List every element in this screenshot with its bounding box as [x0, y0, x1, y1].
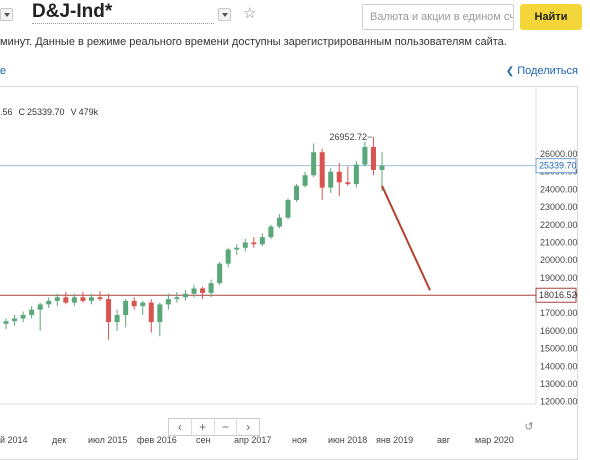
candle-body: [336, 171, 342, 183]
x-tick-label: мар 2020: [475, 435, 514, 445]
share-icon: ❮: [505, 66, 515, 77]
y-tick-label: 26000.00: [540, 149, 578, 159]
zoom-controls: ‹ + − ›: [168, 418, 260, 436]
close-value: 25339.70: [27, 107, 65, 117]
candle-body: [242, 242, 248, 248]
candle-body: [208, 283, 214, 293]
y-tick-label: 14000.00: [540, 361, 578, 371]
candle-body: [182, 293, 188, 298]
candle-body: [165, 299, 171, 305]
candle-body: [46, 300, 52, 305]
y-tick-label: 22000.00: [540, 220, 578, 230]
candle-body: [191, 288, 197, 294]
candle-body: [54, 297, 60, 301]
candle-body: [353, 164, 359, 185]
candle-body: [200, 288, 206, 293]
candle-body: [345, 182, 351, 185]
volume-value: 479k: [78, 107, 99, 117]
candle-body: [294, 185, 300, 200]
candle-body: [362, 146, 368, 165]
candle-body: [234, 247, 240, 250]
candle-body: [259, 237, 265, 245]
candle-body: [106, 299, 112, 323]
y-tick-label: 15000.00: [540, 344, 578, 354]
instrument-dropdown[interactable]: [218, 8, 231, 21]
close-label: C: [18, 107, 26, 117]
candle-body: [37, 304, 43, 310]
tab-link-fragment[interactable]: е: [0, 65, 6, 77]
share-label: Поделиться: [517, 65, 578, 77]
x-tick-label: июн 2018: [328, 435, 367, 445]
zoom-out-button[interactable]: −: [215, 419, 238, 435]
scroll-left-button[interactable]: ‹: [169, 419, 192, 435]
candle-body: [148, 302, 154, 323]
level-label: 18016.52: [539, 290, 577, 300]
candle-body: [131, 300, 137, 307]
x-tick-label: янв 2019: [376, 435, 413, 445]
candle-body: [3, 321, 9, 324]
candle-body: [20, 315, 26, 319]
price-chart[interactable]: 26000.0025000.0024000.0023000.0022000.00…: [0, 86, 590, 460]
star-icon[interactable]: ☆: [243, 4, 256, 22]
max-price-label: 26952.72: [329, 132, 367, 142]
share-button[interactable]: ❮ Поделиться: [506, 65, 578, 77]
trend-line: [381, 185, 431, 291]
candle-body: [88, 297, 94, 301]
volume-label: V: [70, 107, 77, 117]
zoom-in-button[interactable]: +: [192, 419, 215, 435]
instrument-title[interactable]: D&J-Ind*: [32, 1, 214, 24]
candle-body: [29, 309, 35, 315]
y-tick-label: 20000.00: [540, 255, 578, 265]
top-header: D&J-Ind* ☆ Найти: [0, 0, 590, 30]
candle-body: [157, 304, 163, 323]
candle-body: [319, 152, 325, 188]
candle-body: [276, 217, 282, 227]
realtime-notice: минут. Данные в режиме реального времени…: [0, 36, 507, 48]
y-tick-label: 23000.00: [540, 202, 578, 212]
candle-body: [311, 152, 317, 176]
search-input[interactable]: [362, 4, 514, 30]
y-tick-label: 19000.00: [540, 273, 578, 283]
candle-body: [379, 165, 385, 170]
x-tick-label: сен: [196, 435, 211, 445]
candle-body: [285, 200, 291, 218]
candle-body: [217, 263, 223, 284]
x-tick-label: июл 2015: [88, 435, 127, 445]
x-tick-label: апр 2017: [234, 435, 271, 445]
x-tick-label: авг: [437, 435, 451, 445]
y-tick-label: 24000.00: [540, 184, 578, 194]
candle-body: [123, 300, 129, 315]
candle-body: [251, 242, 257, 245]
chevron-down-icon[interactable]: [0, 8, 13, 21]
reset-icon[interactable]: ↺: [520, 418, 538, 436]
candle-body: [97, 297, 103, 300]
candle-body: [140, 302, 146, 307]
y-tick-label: 21000.00: [540, 237, 578, 247]
x-tick-label: дек: [52, 435, 66, 445]
y-tick-label: 13000.00: [540, 379, 578, 389]
candle-body: [114, 315, 120, 323]
candle-body: [63, 297, 69, 303]
y-tick-label: 12000.00: [540, 397, 578, 407]
candle-body: [71, 297, 77, 303]
ohlc-readout: .56 C 25339.70 V 479k: [0, 107, 104, 117]
find-button[interactable]: Найти: [520, 4, 582, 30]
ohlc-prefix: .56: [0, 107, 13, 117]
current-price-label: 25339.70: [539, 161, 577, 171]
candle-body: [268, 226, 274, 238]
candle-body: [12, 318, 18, 322]
candle-body: [370, 146, 376, 170]
candle-body: [302, 175, 308, 186]
candle-body: [80, 297, 86, 301]
x-tick-label: ноя: [292, 435, 307, 445]
y-tick-label: 16000.00: [540, 326, 578, 336]
x-tick-label: фев 2016: [137, 435, 177, 445]
scroll-right-button[interactable]: ›: [237, 419, 259, 435]
candle-body: [174, 297, 180, 300]
candle-body: [328, 171, 334, 188]
x-tick-label: й 2014: [0, 435, 28, 445]
candle-body: [225, 249, 231, 264]
y-tick-label: 17000.00: [540, 308, 578, 318]
